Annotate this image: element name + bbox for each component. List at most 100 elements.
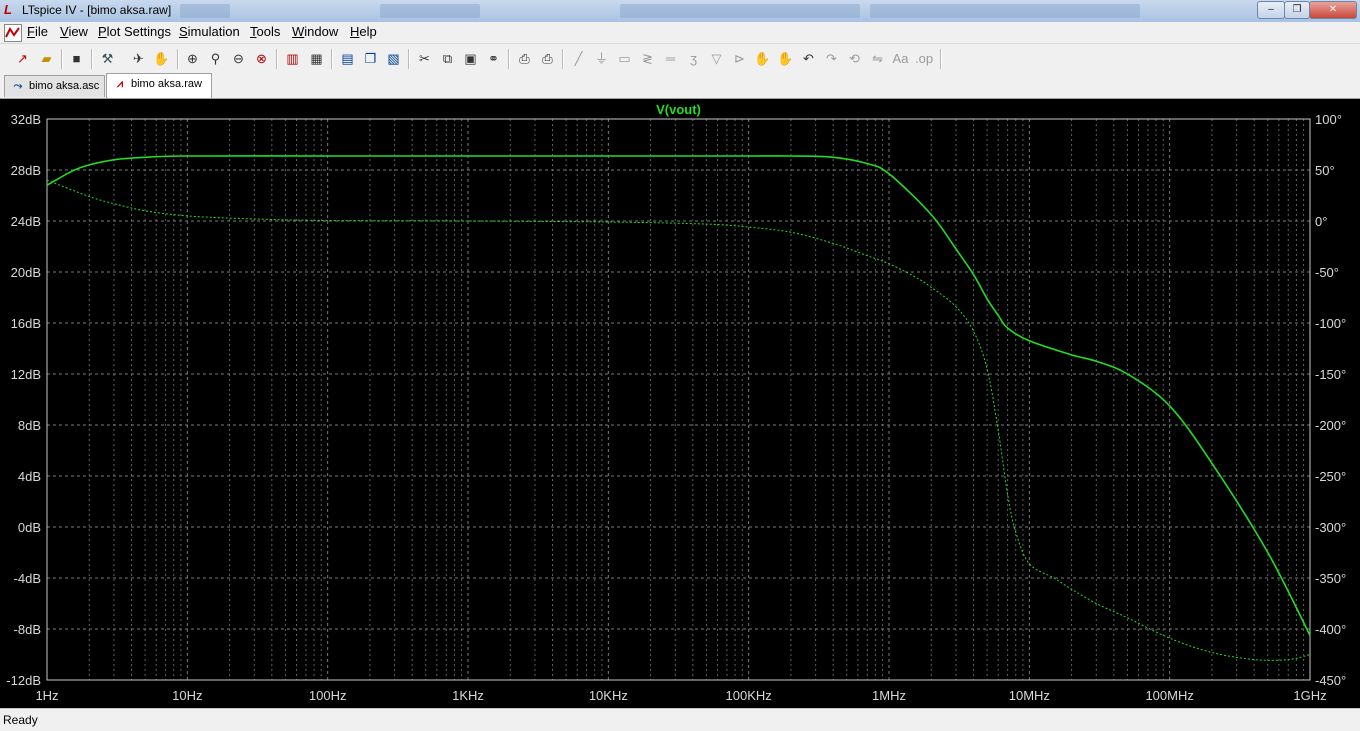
cascade-icon[interactable]: ❐ (362, 50, 379, 67)
menu-tools[interactable]: Tools (250, 24, 280, 39)
print-preview-icon[interactable]: ⎙ (516, 50, 533, 67)
zoom-out-icon[interactable]: ⊖ (230, 50, 247, 67)
x-tick-label: 100KHz (726, 688, 772, 703)
text-icon[interactable]: Aa (892, 50, 909, 67)
y-left-tick-label: 24dB (11, 214, 41, 229)
run-icon[interactable]: ✈ (130, 50, 147, 67)
y-left-tick-label: -12dB (6, 673, 41, 688)
zoom-fit-icon[interactable]: ⊗ (253, 50, 270, 67)
trace-title[interactable]: V(vout) (656, 102, 701, 117)
toolbar-separator (61, 49, 63, 69)
control-panel-icon[interactable]: ⚒ (99, 50, 116, 67)
background-taskbar-ghost (870, 4, 1140, 18)
mirror-icon[interactable]: ⇋ (869, 50, 886, 67)
resistor-icon[interactable]: ≷ (639, 50, 656, 67)
menu-help[interactable]: Help (350, 24, 377, 39)
x-tick-label: 1KHz (452, 688, 484, 703)
cut-icon[interactable]: ✂ (416, 50, 433, 67)
spice-directive-icon[interactable]: .op (915, 50, 933, 67)
x-tick-label: 1MHz (872, 688, 906, 703)
halt-hand-icon[interactable]: ✋ (153, 50, 170, 67)
draw-wire-icon[interactable]: ╱ (570, 50, 587, 67)
menu-window[interactable]: Window (292, 24, 338, 39)
copy-icon[interactable]: ⧉ (439, 50, 456, 67)
capacitor-icon[interactable]: ═ (662, 50, 679, 67)
print-icon[interactable]: ⎙ (539, 50, 556, 67)
toolbar-separator (408, 49, 410, 69)
paste-icon[interactable]: ▣ (462, 50, 479, 67)
toolbar-separator (331, 49, 333, 69)
y-left-tick-label: 4dB (18, 469, 41, 484)
inductor-icon[interactable]: ʒ (685, 50, 702, 67)
y-left-tick-label: 32dB (11, 112, 41, 127)
diode-icon[interactable]: ▽ (708, 50, 725, 67)
find-binoculars-icon[interactable]: ⚭ (485, 50, 502, 67)
new-schematic-icon[interactable]: ↗ (14, 50, 31, 67)
y-right-tick-label: -250° (1315, 469, 1346, 484)
background-taskbar-ghost (620, 4, 860, 18)
y-left-tick-label: 20dB (11, 265, 41, 280)
zoom-pan-icon[interactable]: ⚲ (207, 50, 224, 67)
y-left-tick-label: 0dB (18, 520, 41, 535)
rotate-icon[interactable]: ⟲ (846, 50, 863, 67)
waveform-icon: ⩘ (116, 78, 124, 90)
toolbar-separator (940, 49, 942, 69)
y-left-tick-label: 28dB (11, 163, 41, 178)
y-right-tick-label: -50° (1315, 265, 1339, 280)
toolbar-separator (562, 49, 564, 69)
undo-icon[interactable]: ↶ (800, 50, 817, 67)
tile-vertical-icon[interactable]: ▧ (385, 50, 402, 67)
y-right-tick-label: -200° (1315, 418, 1346, 433)
menu-bar: File View Plot Settings Simulation Tools… (0, 22, 1360, 62)
background-taskbar-ghost (180, 4, 230, 18)
tab-label: bimo aksa.raw (131, 78, 202, 90)
y-right-tick-label: -150° (1315, 367, 1346, 382)
x-axis-labels: 1Hz 10Hz 100Hz 1KHz 10KHz 100KHz 1MHz 10MHz 100M… (35, 688, 1326, 703)
background-taskbar-ghost (380, 4, 480, 18)
y-axis-right-labels: 100° 50° 0° -50° -100° -150° -200° -250° -300° -3… (1315, 112, 1346, 688)
window-title: LTspice IV - [bimo aksa.raw] (22, 3, 172, 17)
menu-simulation[interactable]: Simulation (179, 24, 240, 39)
open-folder-icon[interactable]: ▰ (38, 50, 55, 67)
y-right-tick-label: 100° (1315, 112, 1342, 127)
waveform-plot-pane[interactable]: 1Hz 10Hz 100Hz 1KHz 10KHz 100KHz 1MHz 10MHz 100M… (0, 99, 1360, 708)
y-left-tick-label: 8dB (18, 418, 41, 433)
toolbar-separator (276, 49, 278, 69)
x-tick-label: 1Hz (35, 688, 58, 703)
bode-plot[interactable]: 1Hz 10Hz 100Hz 1KHz 10KHz 100KHz 1MHz 10MHz 100M… (0, 99, 1360, 708)
document-tab-bar: ⤳ bimo aksa.asc ⩘ bimo aksa.raw (0, 72, 1360, 99)
menu-file[interactable]: File (27, 24, 48, 39)
save-icon[interactable]: ■ (68, 50, 85, 67)
menu-plot-settings[interactable]: Plot Settings (98, 24, 171, 39)
toolbar-separator (508, 49, 510, 69)
tab-schematic[interactable]: ⤳ bimo aksa.asc (4, 75, 105, 97)
redo-icon[interactable]: ↷ (823, 50, 840, 67)
y-right-tick-label: 50° (1315, 163, 1335, 178)
component-icon[interactable]: ⊳ (731, 50, 748, 67)
menu-view[interactable]: View (60, 24, 88, 39)
status-bar: Ready (0, 708, 1360, 731)
autorange-icon[interactable]: ▥ (284, 50, 301, 67)
label-net-icon[interactable]: ▭ (616, 50, 633, 67)
tile-horizontal-icon[interactable]: ▤ (339, 50, 356, 67)
tab-label: bimo aksa.asc (29, 80, 100, 92)
toolbar-separator (177, 49, 179, 69)
x-tick-label: 100Hz (309, 688, 347, 703)
y-right-tick-label: -450° (1315, 673, 1346, 688)
waveform-document-icon (4, 24, 22, 42)
y-right-tick-label: 0° (1315, 214, 1327, 229)
tab-waveform[interactable]: ⩘ bimo aksa.raw (106, 73, 212, 98)
minimize-button[interactable]: – (1257, 1, 1285, 19)
restore-button[interactable]: ❐ (1284, 1, 1310, 19)
close-button[interactable]: ✕ (1309, 1, 1357, 19)
y-left-tick-label: -8dB (14, 622, 41, 637)
manual-limits-icon[interactable]: ▦ (308, 50, 325, 67)
toolbar: ↗ ▰ ■ ⚒ ✈ ✋ ⊕ ⚲ ⊖ ⊗ ▥ ▦ ▤ ❐ ▧ ✂ ⧉ ▣ ⚭ ⎙ … (0, 43, 1360, 73)
plot-frame (46, 118, 1311, 681)
move-hand-icon[interactable]: ✋ (754, 50, 771, 67)
minor-grid (88, 119, 1305, 680)
y-right-tick-label: -400° (1315, 622, 1346, 637)
zoom-in-icon[interactable]: ⊕ (184, 50, 201, 67)
drag-hand-icon[interactable]: ✋ (777, 50, 794, 67)
ground-icon[interactable]: ⏚ (593, 50, 610, 67)
